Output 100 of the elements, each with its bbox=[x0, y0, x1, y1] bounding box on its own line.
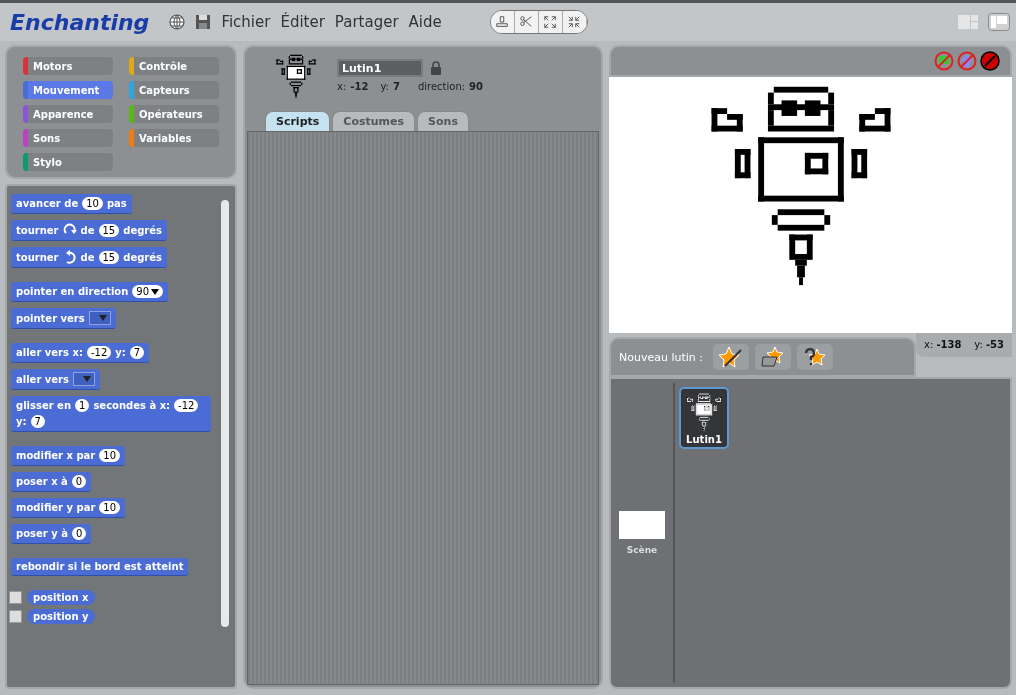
category-button[interactable]: Capteurs bbox=[129, 81, 219, 99]
motion-block[interactable]: rebondir si le bord est atteint bbox=[11, 558, 189, 576]
y-value: 7 bbox=[392, 81, 400, 92]
number-slot[interactable]: 15 bbox=[98, 250, 120, 264]
block-label: y: bbox=[16, 416, 27, 427]
block-label: poser y à bbox=[16, 528, 68, 539]
motion-block[interactable]: modifier x par 10 bbox=[11, 446, 125, 466]
block-label: aller vers bbox=[16, 373, 69, 385]
x-label: x: bbox=[337, 81, 347, 92]
globe-icon[interactable] bbox=[169, 14, 186, 30]
block-label: aller vers x: bbox=[16, 347, 83, 358]
stamp-tool[interactable] bbox=[490, 11, 515, 33]
block-label: poser x à bbox=[16, 476, 68, 487]
tab[interactable]: Scripts bbox=[265, 111, 331, 131]
mouse-coordinates: x: -138 y: -53 bbox=[916, 333, 1012, 357]
sprite-name-field[interactable]: Lutin1 bbox=[337, 59, 423, 77]
block-label: pointer en direction bbox=[16, 286, 129, 297]
motion-block[interactable]: glisser en 1 secondes à x: -12 y: 7 bbox=[11, 396, 211, 432]
number-slot[interactable]: 0 bbox=[71, 527, 87, 540]
shrink-arrows-icon bbox=[567, 15, 582, 29]
dropdown-slot[interactable] bbox=[88, 311, 111, 325]
number-slot[interactable]: 15 bbox=[98, 223, 120, 237]
caret-icon bbox=[83, 376, 91, 382]
motion-block[interactable]: aller vers x: -12 y: 7 bbox=[11, 343, 150, 363]
caret-icon bbox=[98, 315, 107, 321]
dropdown-slot[interactable]: 90 bbox=[132, 285, 164, 298]
category-button[interactable]: Opérateurs bbox=[129, 105, 219, 123]
menu-item[interactable]: Éditer bbox=[280, 13, 325, 31]
direction-value: 90 bbox=[469, 81, 484, 92]
block-label: de bbox=[80, 251, 95, 263]
motion-block[interactable]: avancer de 10 pas bbox=[11, 194, 132, 214]
direction-label: direction: bbox=[417, 81, 466, 92]
block-label: secondes à x: bbox=[93, 400, 171, 411]
shrink-tool[interactable] bbox=[562, 11, 587, 33]
stage-thumbnail[interactable] bbox=[619, 511, 665, 539]
large-stage-icon[interactable] bbox=[988, 13, 1010, 31]
tab[interactable]: Sons bbox=[417, 111, 469, 131]
no-flag-icon[interactable] bbox=[934, 51, 954, 71]
motion-block[interactable]: tourner de 15 degrés bbox=[11, 220, 167, 241]
expand-arrows-icon bbox=[543, 15, 558, 29]
new-sprite-label: Nouveau lutin : bbox=[619, 350, 703, 364]
number-slot[interactable]: -12 bbox=[86, 346, 112, 359]
menu-item[interactable]: Partager bbox=[334, 13, 399, 31]
block-label: pointer vers bbox=[16, 312, 85, 324]
menu-item[interactable]: Fichier bbox=[221, 13, 271, 31]
category-button[interactable]: Motors bbox=[23, 57, 113, 75]
x-value: -12 bbox=[350, 81, 369, 92]
motion-block[interactable]: pointer en direction 90 bbox=[11, 282, 169, 302]
sprite-name: Lutin1 bbox=[686, 433, 722, 445]
reporter-block[interactable]: position x bbox=[27, 590, 95, 605]
checkbox[interactable] bbox=[9, 591, 22, 604]
save-icon[interactable] bbox=[195, 14, 212, 30]
block-label: avancer de bbox=[16, 198, 79, 209]
category-button[interactable]: Mouvement bbox=[23, 81, 113, 99]
grow-tool[interactable] bbox=[538, 11, 563, 33]
number-slot[interactable]: 7 bbox=[30, 415, 45, 428]
number-slot[interactable]: 7 bbox=[129, 346, 145, 359]
menu-item[interactable]: Aide bbox=[408, 13, 442, 31]
robot-icon bbox=[275, 53, 317, 99]
scissors-tool[interactable] bbox=[514, 11, 539, 33]
number-slot[interactable]: 1 bbox=[75, 399, 90, 412]
reporter-block[interactable]: position y bbox=[27, 609, 95, 624]
tab[interactable]: Costumes bbox=[332, 111, 416, 131]
dropdown-slot[interactable] bbox=[73, 372, 95, 386]
caret-icon bbox=[151, 288, 160, 295]
stamp-icon bbox=[495, 15, 510, 29]
number-slot[interactable]: 0 bbox=[71, 475, 87, 488]
motion-block[interactable]: tourner de 15 degrés bbox=[11, 247, 167, 268]
category-button[interactable]: Variables bbox=[129, 129, 219, 147]
block-label: tourner bbox=[16, 224, 59, 236]
paint-sprite-button[interactable] bbox=[713, 344, 749, 370]
motion-block[interactable]: poser y à 0 bbox=[11, 524, 92, 544]
motion-block[interactable]: modifier y par 10 bbox=[11, 498, 126, 518]
motion-block[interactable]: aller vers bbox=[11, 369, 100, 390]
open-sprite-button[interactable] bbox=[755, 344, 791, 370]
number-slot[interactable]: 10 bbox=[99, 449, 120, 462]
category-button[interactable]: Contrôle bbox=[129, 57, 219, 75]
category-button[interactable]: Stylo bbox=[23, 153, 113, 171]
scrollbar[interactable] bbox=[221, 200, 229, 627]
surprise-sprite-button[interactable] bbox=[797, 344, 833, 370]
number-slot[interactable]: 10 bbox=[82, 197, 103, 210]
y-label: y: bbox=[380, 81, 389, 92]
block-label: modifier y par bbox=[16, 502, 96, 513]
block-label: de bbox=[80, 224, 95, 236]
sprite-tile[interactable]: Lutin1 bbox=[679, 387, 729, 449]
lock-icon[interactable] bbox=[431, 61, 441, 75]
category-button[interactable]: Sons bbox=[23, 129, 113, 147]
category-button[interactable]: Apparence bbox=[23, 105, 113, 123]
block-label: pas bbox=[106, 198, 127, 209]
block-label: rebondir si le bord est atteint bbox=[16, 561, 184, 572]
stop-icon[interactable] bbox=[980, 51, 1000, 71]
motion-block[interactable]: poser x à 0 bbox=[11, 472, 92, 492]
motion-block[interactable]: pointer vers bbox=[11, 308, 116, 329]
robot-icon bbox=[686, 391, 722, 432]
block-label: tourner bbox=[16, 251, 59, 263]
block-label: modifier x par bbox=[16, 450, 96, 461]
number-slot[interactable]: -12 bbox=[174, 399, 199, 412]
checkbox[interactable] bbox=[9, 610, 22, 623]
scissors-icon bbox=[519, 15, 534, 29]
number-slot[interactable]: 10 bbox=[99, 501, 121, 514]
